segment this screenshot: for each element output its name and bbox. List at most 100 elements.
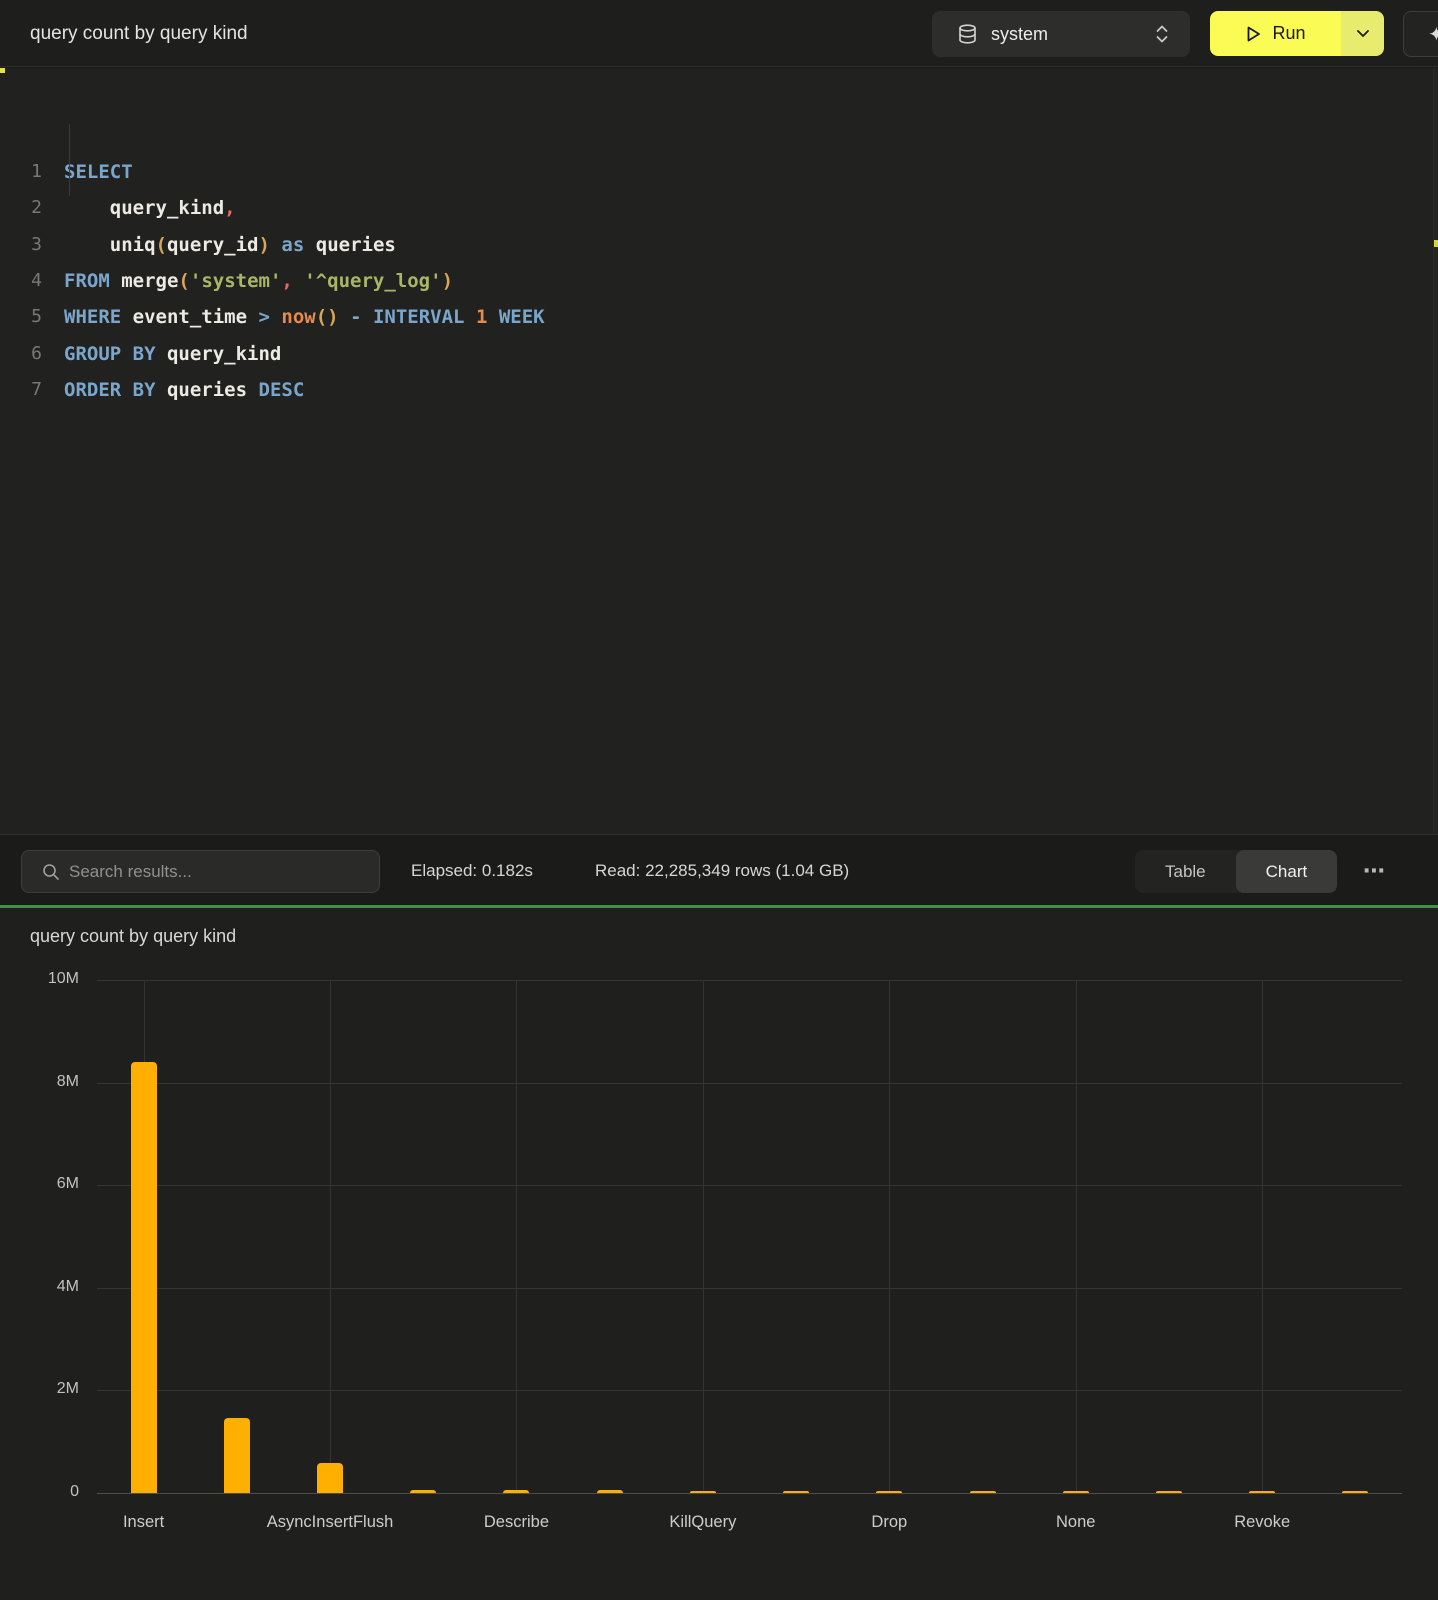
code-text: WHERE event_time > now() - INTERVAL 1 WE…	[64, 299, 545, 335]
run-options-button[interactable]	[1341, 11, 1384, 56]
view-toggle: Table Chart	[1135, 850, 1337, 893]
code-text: ORDER BY queries DESC	[64, 372, 304, 408]
bar[interactable]	[970, 1491, 996, 1493]
code-text: GROUP BY query_kind	[64, 336, 281, 372]
chevron-down-icon	[1356, 29, 1370, 38]
token-num: 1	[476, 306, 487, 328]
token-ws	[465, 306, 476, 328]
token-ws	[270, 234, 281, 256]
horizontal-gridline	[97, 1288, 1402, 1289]
y-axis-tick-label: 2M	[27, 1380, 79, 1398]
code-line[interactable]: 3 uniq(query_id) as queries	[0, 227, 1438, 263]
code-line[interactable]: 4FROM merge('system', '^query_log')	[0, 263, 1438, 299]
token-kw: SELECT	[64, 161, 133, 183]
token-ws	[156, 343, 167, 365]
line-number: 3	[0, 227, 42, 263]
code-text: SELECT	[64, 154, 133, 190]
token-ws	[110, 270, 121, 292]
token-kw: as	[281, 234, 304, 256]
line-number: 4	[0, 263, 42, 299]
token-pr: (	[178, 270, 189, 292]
token-ws	[339, 306, 350, 328]
search-input[interactable]	[69, 862, 369, 882]
token-pr: )	[442, 270, 453, 292]
line-number: 2	[0, 190, 42, 226]
bar[interactable]	[131, 1062, 157, 1493]
line-number: 6	[0, 336, 42, 372]
ellipsis-icon: ⋯	[1363, 859, 1385, 884]
token-id: queries	[167, 379, 247, 401]
bar[interactable]	[876, 1491, 902, 1493]
bar[interactable]	[597, 1490, 623, 1493]
bar[interactable]	[317, 1463, 343, 1493]
token-kw: -	[350, 306, 361, 328]
bar[interactable]	[783, 1491, 809, 1493]
clickhouse-sql-console: { "topbar": { "title": "query count by q…	[0, 0, 1438, 1600]
token-kw: >	[259, 306, 270, 328]
bar[interactable]	[224, 1418, 250, 1493]
sparkle-button[interactable]: ✦	[1403, 11, 1438, 57]
run-split-button: Run	[1210, 11, 1384, 56]
tab-chart[interactable]: Chart	[1236, 850, 1338, 893]
token-cm: ,	[224, 197, 235, 219]
token-ws	[64, 197, 110, 219]
token-cm: ,	[281, 270, 292, 292]
y-axis-tick-label: 4M	[27, 1278, 79, 1296]
scrollbar-overview-ruler[interactable]	[1433, 68, 1438, 834]
indent-guide	[69, 124, 70, 196]
code-text: uniq(query_id) as queries	[64, 227, 396, 263]
bar[interactable]	[1342, 1491, 1368, 1493]
bar[interactable]	[1249, 1491, 1275, 1493]
sql-editor[interactable]: 1 SELECT 2 query_kind,3 uniq(query_id) as …	[0, 68, 1438, 834]
token-str: '^query_log'	[304, 270, 441, 292]
vertical-gridline	[330, 980, 331, 1493]
code-line[interactable]: 5 WHERE event_time > now() - INTERVAL 1 W…	[0, 299, 1438, 335]
caret-marker	[0, 68, 5, 73]
token-ws	[270, 306, 281, 328]
horizontal-gridline	[97, 1493, 1402, 1494]
vertical-gridline	[1076, 980, 1077, 1493]
database-icon	[958, 24, 977, 45]
chart-section: query count by query kind 02M4M6M8M10MIn…	[0, 908, 1438, 1600]
bar[interactable]	[690, 1491, 716, 1493]
run-button[interactable]: Run	[1210, 11, 1341, 56]
more-menu-button[interactable]: ⋯	[1352, 850, 1396, 893]
elapsed-stat: Elapsed: 0.182s	[411, 835, 533, 906]
database-selector-value: system	[991, 24, 1154, 45]
token-id: uniq	[110, 234, 156, 256]
bar[interactable]	[410, 1490, 436, 1493]
token-pr: ()	[316, 306, 339, 328]
code-line[interactable]: 7ORDER BY queries DESC	[0, 372, 1438, 408]
topbar: query count by query kind system Run	[0, 0, 1438, 67]
line-number: 1	[0, 154, 42, 190]
token-id: query_id	[167, 234, 259, 256]
line-number: 5	[0, 299, 42, 335]
search-box[interactable]	[21, 850, 380, 893]
token-str: 'system'	[190, 270, 282, 292]
token-pr: (	[156, 234, 167, 256]
horizontal-gridline	[97, 1390, 1402, 1391]
code-line[interactable]: 6 GROUP BY query_kind	[0, 336, 1438, 372]
database-selector[interactable]: system	[932, 11, 1190, 57]
run-button-label: Run	[1272, 23, 1305, 44]
token-ws	[487, 306, 498, 328]
code-line[interactable]: 1 SELECT	[0, 154, 1438, 190]
results-toolbar: Elapsed: 0.182s Read: 22,285,349 rows (1…	[0, 834, 1438, 905]
page-title: query count by query kind	[30, 0, 248, 67]
token-kw: INTERVAL	[373, 306, 465, 328]
token-kw: WEEK	[499, 306, 545, 328]
bar[interactable]	[503, 1490, 529, 1493]
token-ws	[156, 379, 167, 401]
bar[interactable]	[1063, 1491, 1089, 1493]
code-line[interactable]: 2 query_kind,	[0, 190, 1438, 226]
token-ws	[247, 306, 258, 328]
horizontal-gridline	[97, 1185, 1402, 1186]
token-ws	[247, 379, 258, 401]
play-icon	[1245, 25, 1262, 43]
token-ws	[304, 234, 315, 256]
y-axis-tick-label: 10M	[27, 970, 79, 988]
vertical-gridline	[703, 980, 704, 1493]
tab-table[interactable]: Table	[1135, 850, 1236, 893]
bar[interactable]	[1156, 1491, 1182, 1493]
vertical-gridline	[889, 980, 890, 1493]
